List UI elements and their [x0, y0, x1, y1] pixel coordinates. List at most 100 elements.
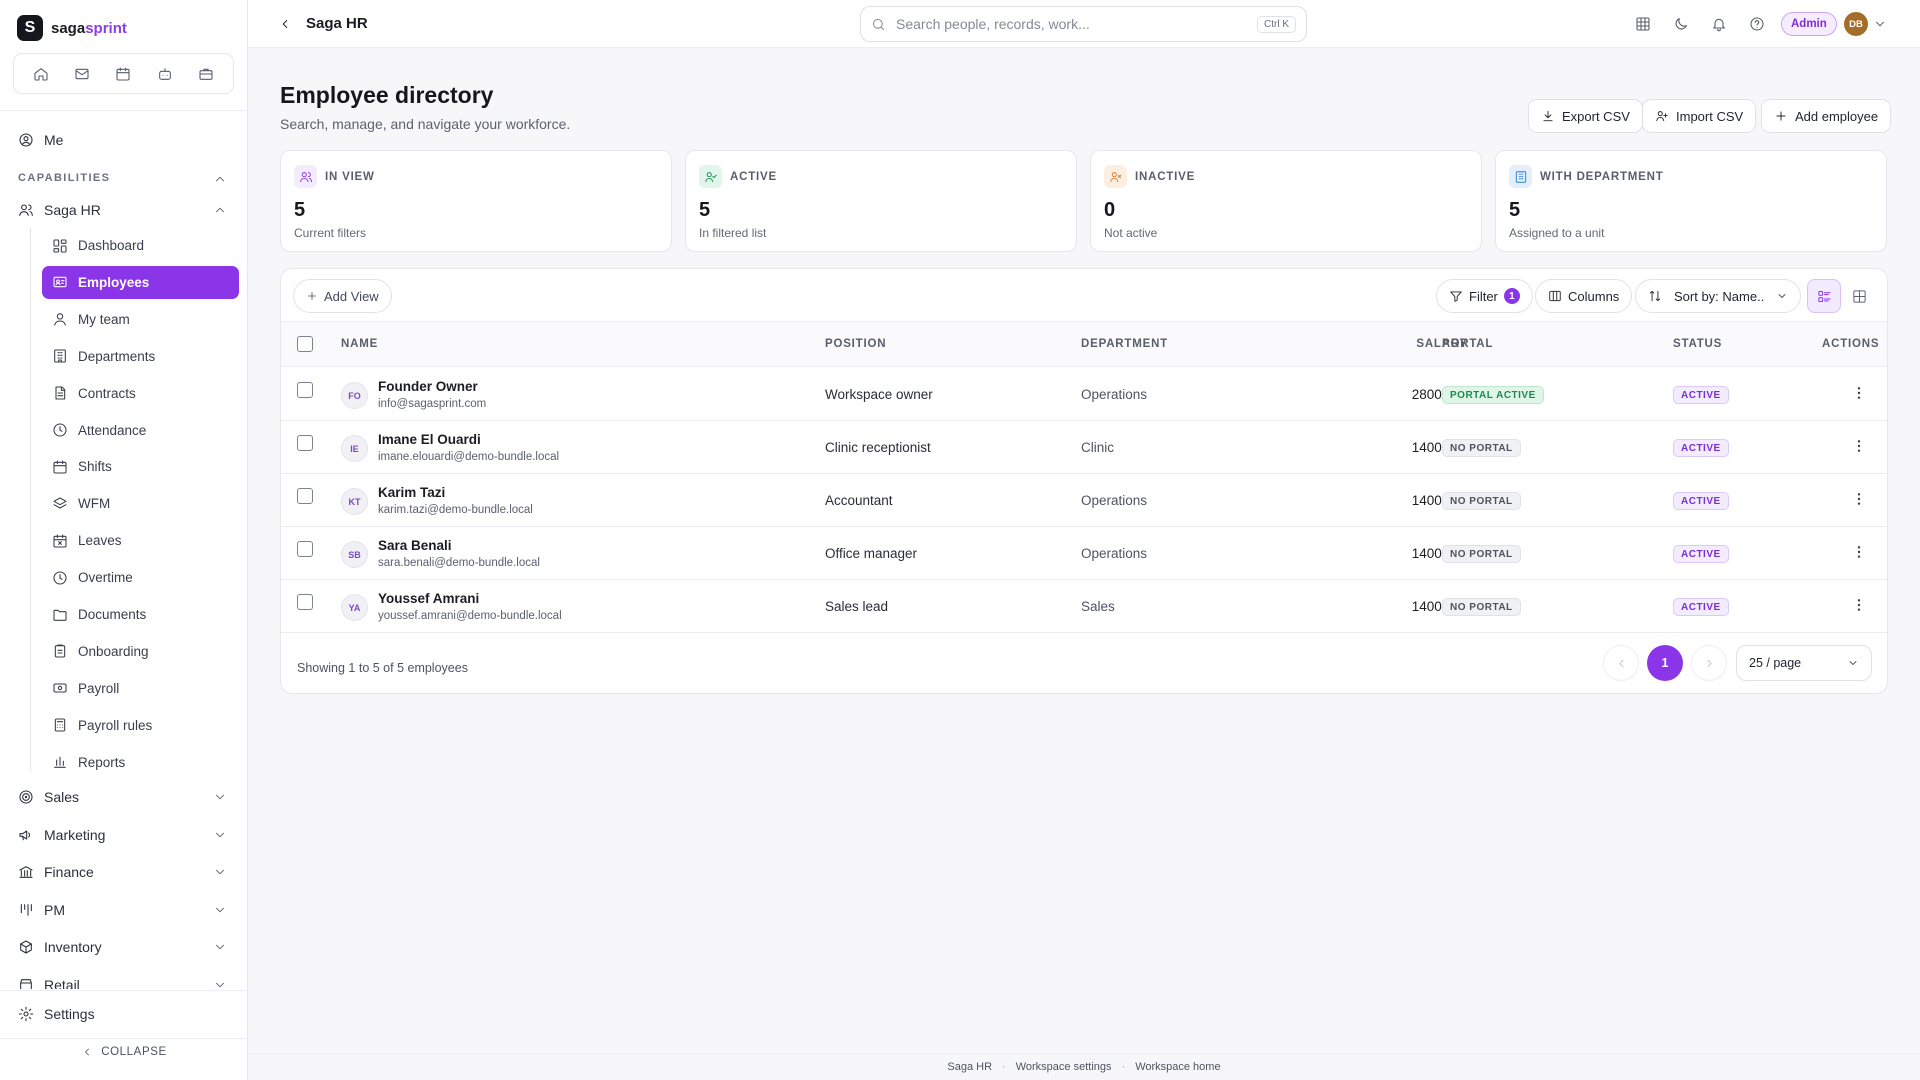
- logo-mark: S: [17, 15, 43, 41]
- sidebar-group-inventory[interactable]: Inventory: [18, 939, 102, 955]
- filter-button[interactable]: Filter 1: [1436, 279, 1533, 313]
- bell-icon[interactable]: [1707, 12, 1731, 36]
- calendar-icon[interactable]: [108, 59, 138, 89]
- employee-name[interactable]: Sara Benali: [378, 538, 452, 553]
- chevron-down-icon[interactable]: [213, 903, 227, 917]
- sidebar-item-attendance[interactable]: Attendance: [42, 414, 239, 447]
- sidebar-item-departments[interactable]: Departments: [42, 340, 239, 373]
- sidebar-group-marketing[interactable]: Marketing: [18, 827, 105, 843]
- chevron-down-icon[interactable]: [213, 828, 227, 842]
- sidebar-item-dashboard[interactable]: Dashboard: [42, 229, 239, 262]
- column-status[interactable]: STATUS: [1673, 338, 1722, 350]
- help-icon[interactable]: [1745, 12, 1769, 36]
- grid-apps-icon[interactable]: [1631, 12, 1655, 36]
- sidebar-item-contracts[interactable]: Contracts: [42, 377, 239, 410]
- column-department[interactable]: DEPARTMENT: [1081, 338, 1168, 350]
- sidebar-item-label: WFM: [78, 496, 111, 512]
- export-csv-button[interactable]: Export CSV: [1528, 99, 1643, 133]
- employee-name[interactable]: Founder Owner: [378, 379, 478, 394]
- sidebar-group-finance[interactable]: Finance: [18, 864, 94, 880]
- employee-position: Workspace owner: [825, 387, 933, 402]
- sidebar-item-me[interactable]: Me: [18, 132, 63, 148]
- collapse-button[interactable]: COLLAPSE: [0, 1046, 248, 1058]
- add-employee-button[interactable]: Add employee: [1761, 99, 1892, 133]
- column-name[interactable]: NAME: [341, 338, 378, 350]
- per-page-select[interactable]: 25 / page: [1736, 645, 1872, 681]
- sidebar-item-payroll-rules[interactable]: Payroll rules: [42, 709, 239, 742]
- list-view-toggle[interactable]: [1807, 279, 1841, 313]
- row-actions-kebab-icon[interactable]: [1851, 438, 1867, 454]
- chevron-down-icon[interactable]: [213, 940, 227, 954]
- sidebar-group-pm[interactable]: PM: [18, 902, 65, 918]
- sidebar-item-shifts[interactable]: Shifts: [42, 450, 239, 483]
- sidebar-item-wfm[interactable]: WFM: [42, 487, 239, 520]
- sidebar-item-reports[interactable]: Reports: [42, 746, 239, 779]
- user-avatar[interactable]: DB: [1844, 12, 1868, 36]
- column-portal[interactable]: PORTAL: [1442, 338, 1493, 350]
- import-csv-button[interactable]: Import CSV: [1642, 99, 1757, 133]
- status-badge: ACTIVE: [1673, 386, 1729, 404]
- add-view-button[interactable]: Add View: [293, 279, 392, 313]
- admin-badge[interactable]: Admin: [1781, 12, 1837, 36]
- next-page-button[interactable]: [1691, 645, 1727, 681]
- sidebar-item-leaves[interactable]: Leaves: [42, 524, 239, 557]
- table-row[interactable]: SB Sara Benali sara.benali@demo-bundle.loc…: [281, 527, 1887, 580]
- status-badge: ACTIVE: [1673, 492, 1729, 510]
- global-search[interactable]: Search people, records, work... Ctrl K: [860, 6, 1307, 42]
- sidebar-item-my-team[interactable]: My team: [42, 303, 239, 336]
- sidebar-item-onboarding[interactable]: Onboarding: [42, 635, 239, 668]
- mail-icon[interactable]: [67, 59, 97, 89]
- chevron-up-icon[interactable]: [213, 203, 227, 217]
- column-position[interactable]: POSITION: [825, 338, 886, 350]
- select-all-checkbox[interactable]: [297, 336, 313, 352]
- sidebar-item-payroll[interactable]: Payroll: [42, 672, 239, 705]
- table-row[interactable]: IE Imane El Ouardi imane.elouardi@demo-bun…: [281, 421, 1887, 474]
- search-input[interactable]: Search people, records, work...: [896, 16, 1090, 32]
- sidebar-group-retail[interactable]: Retail: [18, 977, 80, 989]
- chevron-left-icon[interactable]: [278, 17, 292, 31]
- row-checkbox[interactable]: [297, 435, 313, 451]
- footer-link-saga-hr[interactable]: Saga HR: [947, 1061, 992, 1073]
- sidebar-group-label: Retail: [44, 976, 80, 989]
- sidebar-group-saga-hr[interactable]: Saga HR: [18, 202, 101, 218]
- row-checkbox[interactable]: [297, 488, 313, 504]
- row-actions-kebab-icon[interactable]: [1851, 385, 1867, 401]
- row-actions-kebab-icon[interactable]: [1851, 544, 1867, 560]
- chevron-down-icon[interactable]: [213, 978, 227, 988]
- employee-avatar: SB: [341, 541, 368, 568]
- chevron-down-icon[interactable]: [213, 865, 227, 879]
- row-actions-kebab-icon[interactable]: [1851, 597, 1867, 613]
- table-row[interactable]: KT Karim Tazi karim.tazi@demo-bundle.local…: [281, 474, 1887, 527]
- home-icon[interactable]: [26, 59, 56, 89]
- page-1-button[interactable]: 1: [1647, 645, 1683, 681]
- sidebar-item-employees[interactable]: Employees: [42, 265, 239, 299]
- employee-name[interactable]: Karim Tazi: [378, 485, 445, 500]
- user-x-icon: [1104, 165, 1127, 188]
- table-row[interactable]: YA Youssef Amrani youssef.amrani@demo-bund…: [281, 580, 1887, 633]
- moon-icon[interactable]: [1669, 12, 1693, 36]
- footer-link-workspace-settings[interactable]: Workspace settings: [1016, 1061, 1112, 1073]
- breadcrumb-current[interactable]: Saga HR: [306, 15, 368, 32]
- chevron-up-icon[interactable]: [213, 172, 227, 186]
- prev-page-button[interactable]: [1603, 645, 1639, 681]
- briefcase-icon[interactable]: [191, 59, 221, 89]
- columns-button[interactable]: Columns: [1535, 279, 1633, 313]
- chevron-down-icon[interactable]: [1868, 12, 1892, 36]
- table-row[interactable]: FO Founder Owner info@sagasprint.com Worksp…: [281, 368, 1887, 421]
- sidebar-item-settings[interactable]: Settings: [18, 1006, 95, 1022]
- employee-name[interactable]: Imane El Ouardi: [378, 432, 481, 447]
- footer-link-workspace-home[interactable]: Workspace home: [1135, 1061, 1220, 1073]
- sidebar-item-overtime[interactable]: Overtime: [42, 561, 239, 594]
- row-checkbox[interactable]: [297, 594, 313, 610]
- robot-icon[interactable]: [150, 59, 180, 89]
- sidebar-item-documents[interactable]: Documents: [42, 598, 239, 631]
- brand-logo[interactable]: S sagasprint: [17, 15, 127, 41]
- row-actions-kebab-icon[interactable]: [1851, 491, 1867, 507]
- sort-select[interactable]: Sort by: Name..: [1635, 279, 1802, 313]
- chevron-down-icon[interactable]: [213, 790, 227, 804]
- row-checkbox[interactable]: [297, 382, 313, 398]
- row-checkbox[interactable]: [297, 541, 313, 557]
- sidebar-group-sales[interactable]: Sales: [18, 789, 79, 805]
- grid-view-toggle[interactable]: [1842, 279, 1876, 313]
- employee-name[interactable]: Youssef Amrani: [378, 591, 479, 606]
